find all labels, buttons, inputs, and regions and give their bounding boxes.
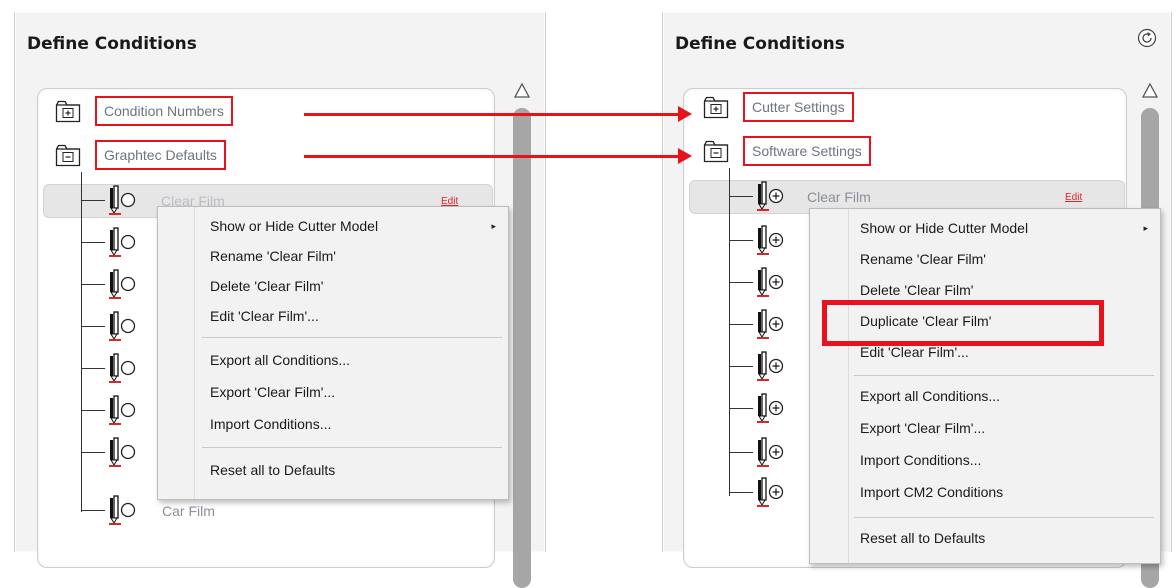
menu-item-export-clear-film[interactable]: Export 'Clear Film'... [158,377,508,407]
menu-item-label: Import Conditions... [210,416,332,432]
cutter-blade-icon[interactable] [749,392,785,424]
annotation-arrow-graphtec-defaults [304,155,680,158]
menu-item-label: Delete 'Clear Film' [210,278,324,294]
refresh-icon[interactable] [1137,28,1157,48]
menu-item-label: Rename 'Clear Film' [860,251,986,267]
menu-item-label: Export all Conditions... [210,352,351,368]
right-panel-title: Define Conditions [675,34,845,54]
menu-item-import-conditions[interactable]: Import Conditions... [158,409,508,439]
folder-minus-icon[interactable] [55,143,81,167]
menu-item-label: Export all Conditions... [860,388,1001,404]
cutter-blade-icon[interactable] [101,394,137,426]
left-folder-row-condition-numbers[interactable]: Condition Numbers [55,96,233,126]
cutter-blade-icon[interactable] [101,226,137,258]
scroll-up-arrow-icon[interactable] [513,82,531,100]
folder-minus-icon[interactable] [703,139,729,163]
menu-item-label: Import Conditions... [860,452,982,468]
right-context-menu: Show or Hide Cutter Model ▸ Rename 'Clea… [809,208,1161,564]
annotation-arrowhead-icon [678,148,692,164]
right-tree-connector [729,168,730,496]
cutter-blade-icon[interactable] [101,310,137,342]
menu-item-export-all[interactable]: Export all Conditions... [810,381,1160,411]
right-folder-row-cutter-settings[interactable]: Cutter Settings [703,92,854,122]
left-folder-row-graphtec-defaults[interactable]: Graphtec Defaults [55,140,226,170]
submenu-arrow-icon: ▸ [1143,222,1148,233]
cutter-blade-icon[interactable] [101,268,137,300]
cutter-blade-icon[interactable] [749,224,785,256]
cutter-blade-icon[interactable] [749,308,785,340]
right-define-conditions-panel: Define Conditions Cutter Settings Softwa… [662,12,1172,588]
menu-item-label: Delete 'Clear Film' [860,282,974,298]
left-last-item-label[interactable]: Car Film [162,503,215,519]
duplicate-highlight-box [822,300,1104,346]
menu-item-label: Rename 'Clear Film' [210,248,336,264]
menu-item-label: Export 'Clear Film'... [210,384,336,400]
menu-item-edit[interactable]: Edit 'Clear Film'... [158,301,508,331]
left-folder-label-graphtec-defaults[interactable]: Graphtec Defaults [95,140,226,170]
menu-item-label: Reset all to Defaults [860,530,986,546]
cutter-blade-icon[interactable] [749,476,785,508]
menu-item-reset-defaults[interactable]: Reset all to Defaults [158,455,508,485]
cutter-blade-icon[interactable] [749,180,785,212]
right-edit-link[interactable]: Edit [1065,192,1082,203]
menu-item-label: Edit 'Clear Film'... [210,308,319,324]
menu-item-label: Import CM2 Conditions [860,484,1004,500]
menu-item-label: Edit 'Clear Film'... [860,344,969,360]
menu-separator [202,447,502,448]
cutter-blade-icon[interactable] [101,352,137,384]
menu-item-rename[interactable]: Rename 'Clear Film' [158,241,508,271]
cutter-blade-icon[interactable] [749,350,785,382]
cutter-blade-icon[interactable] [749,436,785,468]
menu-item-delete[interactable]: Delete 'Clear Film' [158,271,508,301]
menu-item-label: Show or Hide Cutter Model [210,218,379,234]
folder-plus-icon[interactable] [703,95,729,119]
menu-item-label: Reset all to Defaults [210,462,336,478]
cutter-blade-icon[interactable] [101,184,137,216]
menu-separator [854,375,1154,376]
right-folder-row-software-settings[interactable]: Software Settings [703,136,871,166]
menu-separator [854,517,1154,518]
folder-plus-icon[interactable] [55,99,81,123]
menu-item-label: Export 'Clear Film'... [860,420,986,436]
menu-item-label: Show or Hide Cutter Model [860,220,1029,236]
menu-item-import-conditions[interactable]: Import Conditions... [810,445,1160,475]
menu-item-show-hide-cutter-model[interactable]: Show or Hide Cutter Model ▸ [810,213,1160,243]
annotation-arrow-condition-numbers [304,113,680,116]
menu-item-import-cm2-conditions[interactable]: Import CM2 Conditions [810,477,1160,507]
scroll-up-arrow-icon[interactable] [1141,82,1159,100]
right-selected-item-label[interactable]: Clear Film [807,189,871,205]
left-scrollbar-thumb[interactable] [513,108,531,588]
left-tree-connector [81,172,82,512]
cutter-blade-icon[interactable] [101,494,137,526]
left-context-menu: Show or Hide Cutter Model ▸ Rename 'Clea… [157,206,509,500]
left-panel-title: Define Conditions [27,34,197,54]
menu-item-rename[interactable]: Rename 'Clear Film' [810,244,1160,274]
menu-separator [202,337,502,338]
annotation-arrowhead-icon [678,106,692,122]
cutter-blade-icon[interactable] [101,436,137,468]
right-folder-label-software-settings[interactable]: Software Settings [743,136,871,166]
left-folder-label-condition-numbers[interactable]: Condition Numbers [95,96,233,126]
left-define-conditions-panel: Define Conditions Condition Numbers Grap… [14,12,546,588]
menu-item-show-hide-cutter-model[interactable]: Show or Hide Cutter Model ▸ [158,211,508,241]
cutter-blade-icon[interactable] [749,266,785,298]
menu-item-export-all[interactable]: Export all Conditions... [158,345,508,375]
menu-item-export-clear-film[interactable]: Export 'Clear Film'... [810,413,1160,443]
submenu-arrow-icon: ▸ [491,220,496,231]
right-folder-label-cutter-settings[interactable]: Cutter Settings [743,92,854,122]
